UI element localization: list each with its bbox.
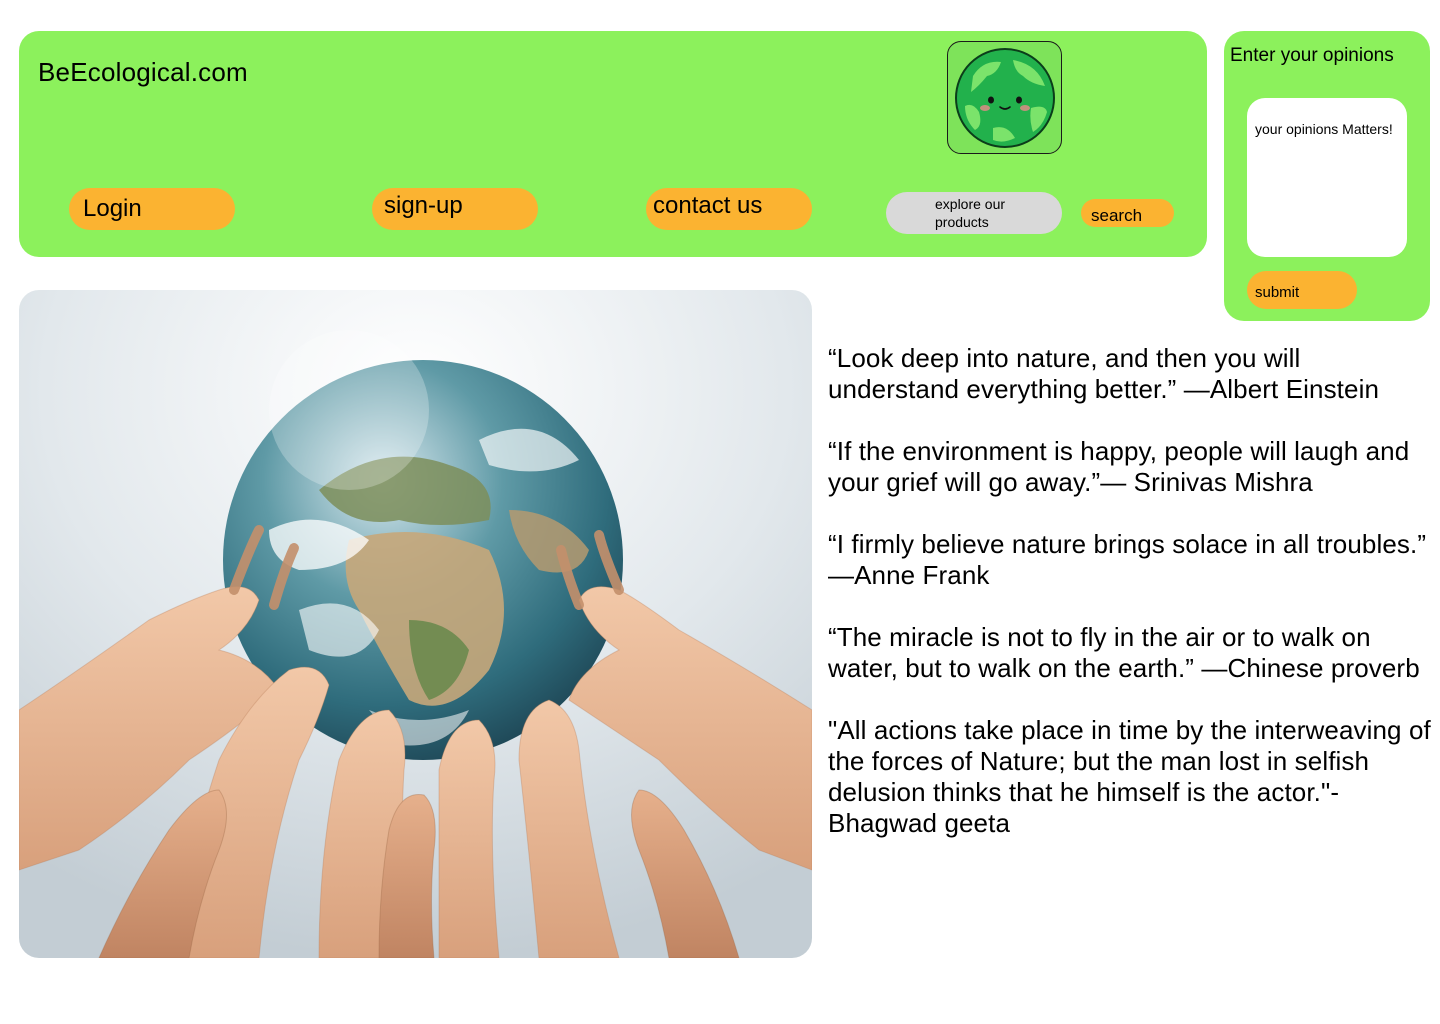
site-header: BeEcological.com Login sign-up contact u… — [19, 31, 1207, 257]
submit-button[interactable]: submit — [1247, 271, 1357, 309]
quote-chinese-proverb: “The miracle is not to fly in the air or… — [828, 622, 1420, 683]
opinion-title: Enter your opinions — [1230, 45, 1394, 66]
earth-held-by-hands-illustration — [19, 290, 812, 958]
quotes-list: “Look deep into nature, and then you wil… — [828, 343, 1436, 870]
opinion-panel: Enter your opinions submit — [1224, 31, 1430, 321]
quote-bhagwad-geeta: "All actions take place in time by the i… — [828, 715, 1431, 838]
earth-face-icon — [954, 47, 1055, 148]
contact-us-button[interactable]: contact us — [646, 188, 812, 230]
signup-button[interactable]: sign-up — [372, 188, 538, 230]
hero-image-earth-in-hands — [19, 290, 812, 958]
quote-frank: “I firmly believe nature brings solace i… — [828, 529, 1427, 590]
login-button[interactable]: Login — [69, 188, 235, 230]
opinion-input[interactable] — [1247, 98, 1407, 257]
quote-mishra: “If the environment is happy, people wil… — [828, 436, 1410, 497]
quote-einstein: “Look deep into nature, and then you wil… — [828, 343, 1380, 404]
search-button[interactable]: search — [1081, 199, 1174, 227]
site-title[interactable]: BeEcological.com — [38, 57, 248, 88]
smiling-earth-logo-icon[interactable] — [947, 41, 1062, 154]
explore-products-button[interactable]: explore our products — [886, 192, 1062, 234]
